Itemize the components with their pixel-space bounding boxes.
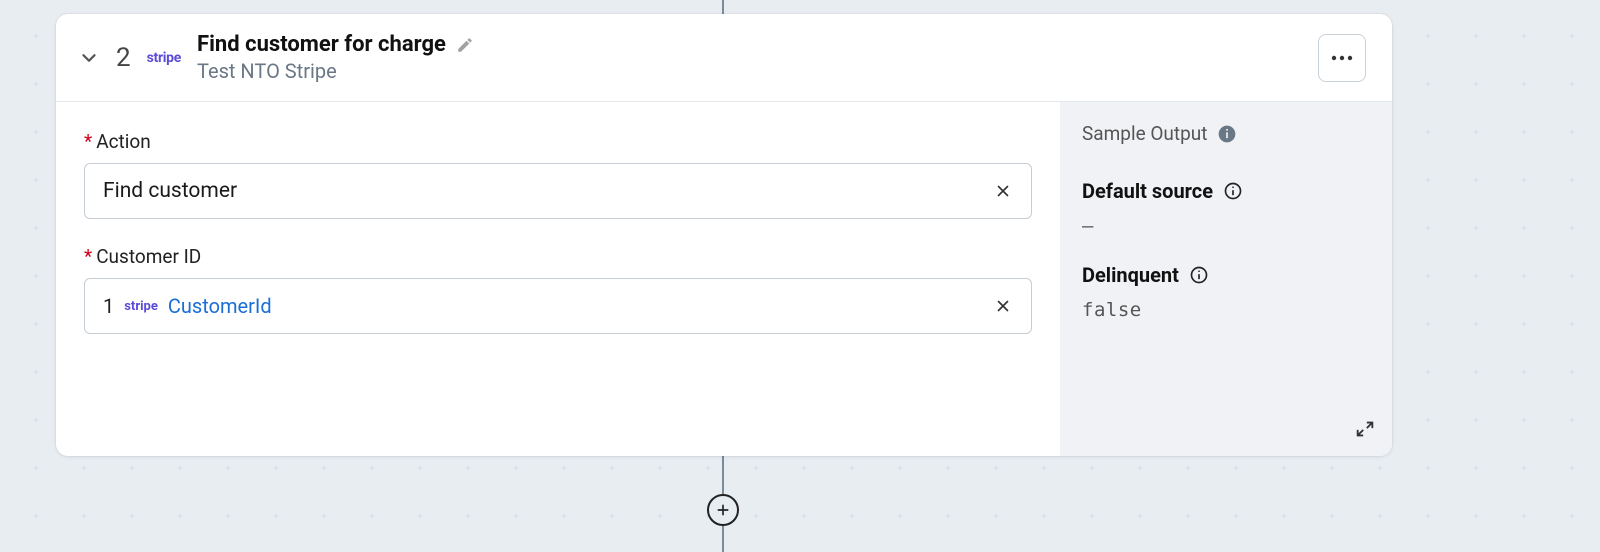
required-indicator: * xyxy=(84,245,92,268)
action-clear-button[interactable] xyxy=(989,177,1017,205)
step-subtitle: Test NTO Stripe xyxy=(197,59,474,83)
sample-default-source: Default source – xyxy=(1082,179,1370,237)
expand-panel-button[interactable] xyxy=(1354,418,1378,442)
action-field-group: *Action Find customer xyxy=(84,130,1032,219)
info-icon[interactable] xyxy=(1217,124,1237,144)
more-actions-button[interactable] xyxy=(1318,34,1366,82)
customer-id-input[interactable]: 1 stripe CustomerId xyxy=(84,278,1032,334)
step-title: Find customer for charge xyxy=(197,32,446,57)
step-title-block: Find customer for charge Test NTO Stripe xyxy=(197,32,474,83)
sample-default-source-value: – xyxy=(1082,215,1370,237)
step-number: 2 xyxy=(116,43,131,73)
collapse-toggle[interactable] xyxy=(78,47,100,69)
sample-delinquent-value: false xyxy=(1082,299,1370,321)
info-icon[interactable] xyxy=(1223,181,1243,201)
sample-output-panel: Sample Output Default source – Delinquen… xyxy=(1060,102,1392,456)
action-label-text: Action xyxy=(96,130,151,153)
step-card-header: 2 stripe Find customer for charge Test N… xyxy=(56,14,1392,102)
action-label: *Action xyxy=(84,130,1032,153)
sample-output-title-row: Sample Output xyxy=(1082,122,1370,145)
form-area: *Action Find customer *Customer ID 1 str… xyxy=(56,102,1060,456)
connector-badge: stripe xyxy=(147,50,181,66)
customer-id-reference-pill[interactable]: 1 stripe CustomerId xyxy=(103,294,272,318)
step-card: 2 stripe Find customer for charge Test N… xyxy=(56,14,1392,456)
customer-id-label: *Customer ID xyxy=(84,245,1032,268)
customer-id-field-group: *Customer ID 1 stripe CustomerId xyxy=(84,245,1032,334)
sample-default-source-label: Default source xyxy=(1082,179,1213,203)
sample-delinquent-label: Delinquent xyxy=(1082,263,1179,287)
add-node-button[interactable] xyxy=(707,494,739,526)
reference-connector: stripe xyxy=(124,299,158,314)
reference-step-number: 1 xyxy=(103,294,114,318)
action-input[interactable]: Find customer xyxy=(84,163,1032,219)
info-icon[interactable] xyxy=(1189,265,1209,285)
action-value: Find customer xyxy=(103,179,977,203)
required-indicator: * xyxy=(84,130,92,153)
reference-field-name: CustomerId xyxy=(168,294,272,318)
sample-delinquent: Delinquent false xyxy=(1082,263,1370,321)
customer-id-clear-button[interactable] xyxy=(989,292,1017,320)
step-card-body: *Action Find customer *Customer ID 1 str… xyxy=(56,102,1392,456)
customer-id-label-text: Customer ID xyxy=(96,245,201,268)
sample-output-title: Sample Output xyxy=(1082,122,1207,145)
edit-title-button[interactable] xyxy=(456,36,474,54)
